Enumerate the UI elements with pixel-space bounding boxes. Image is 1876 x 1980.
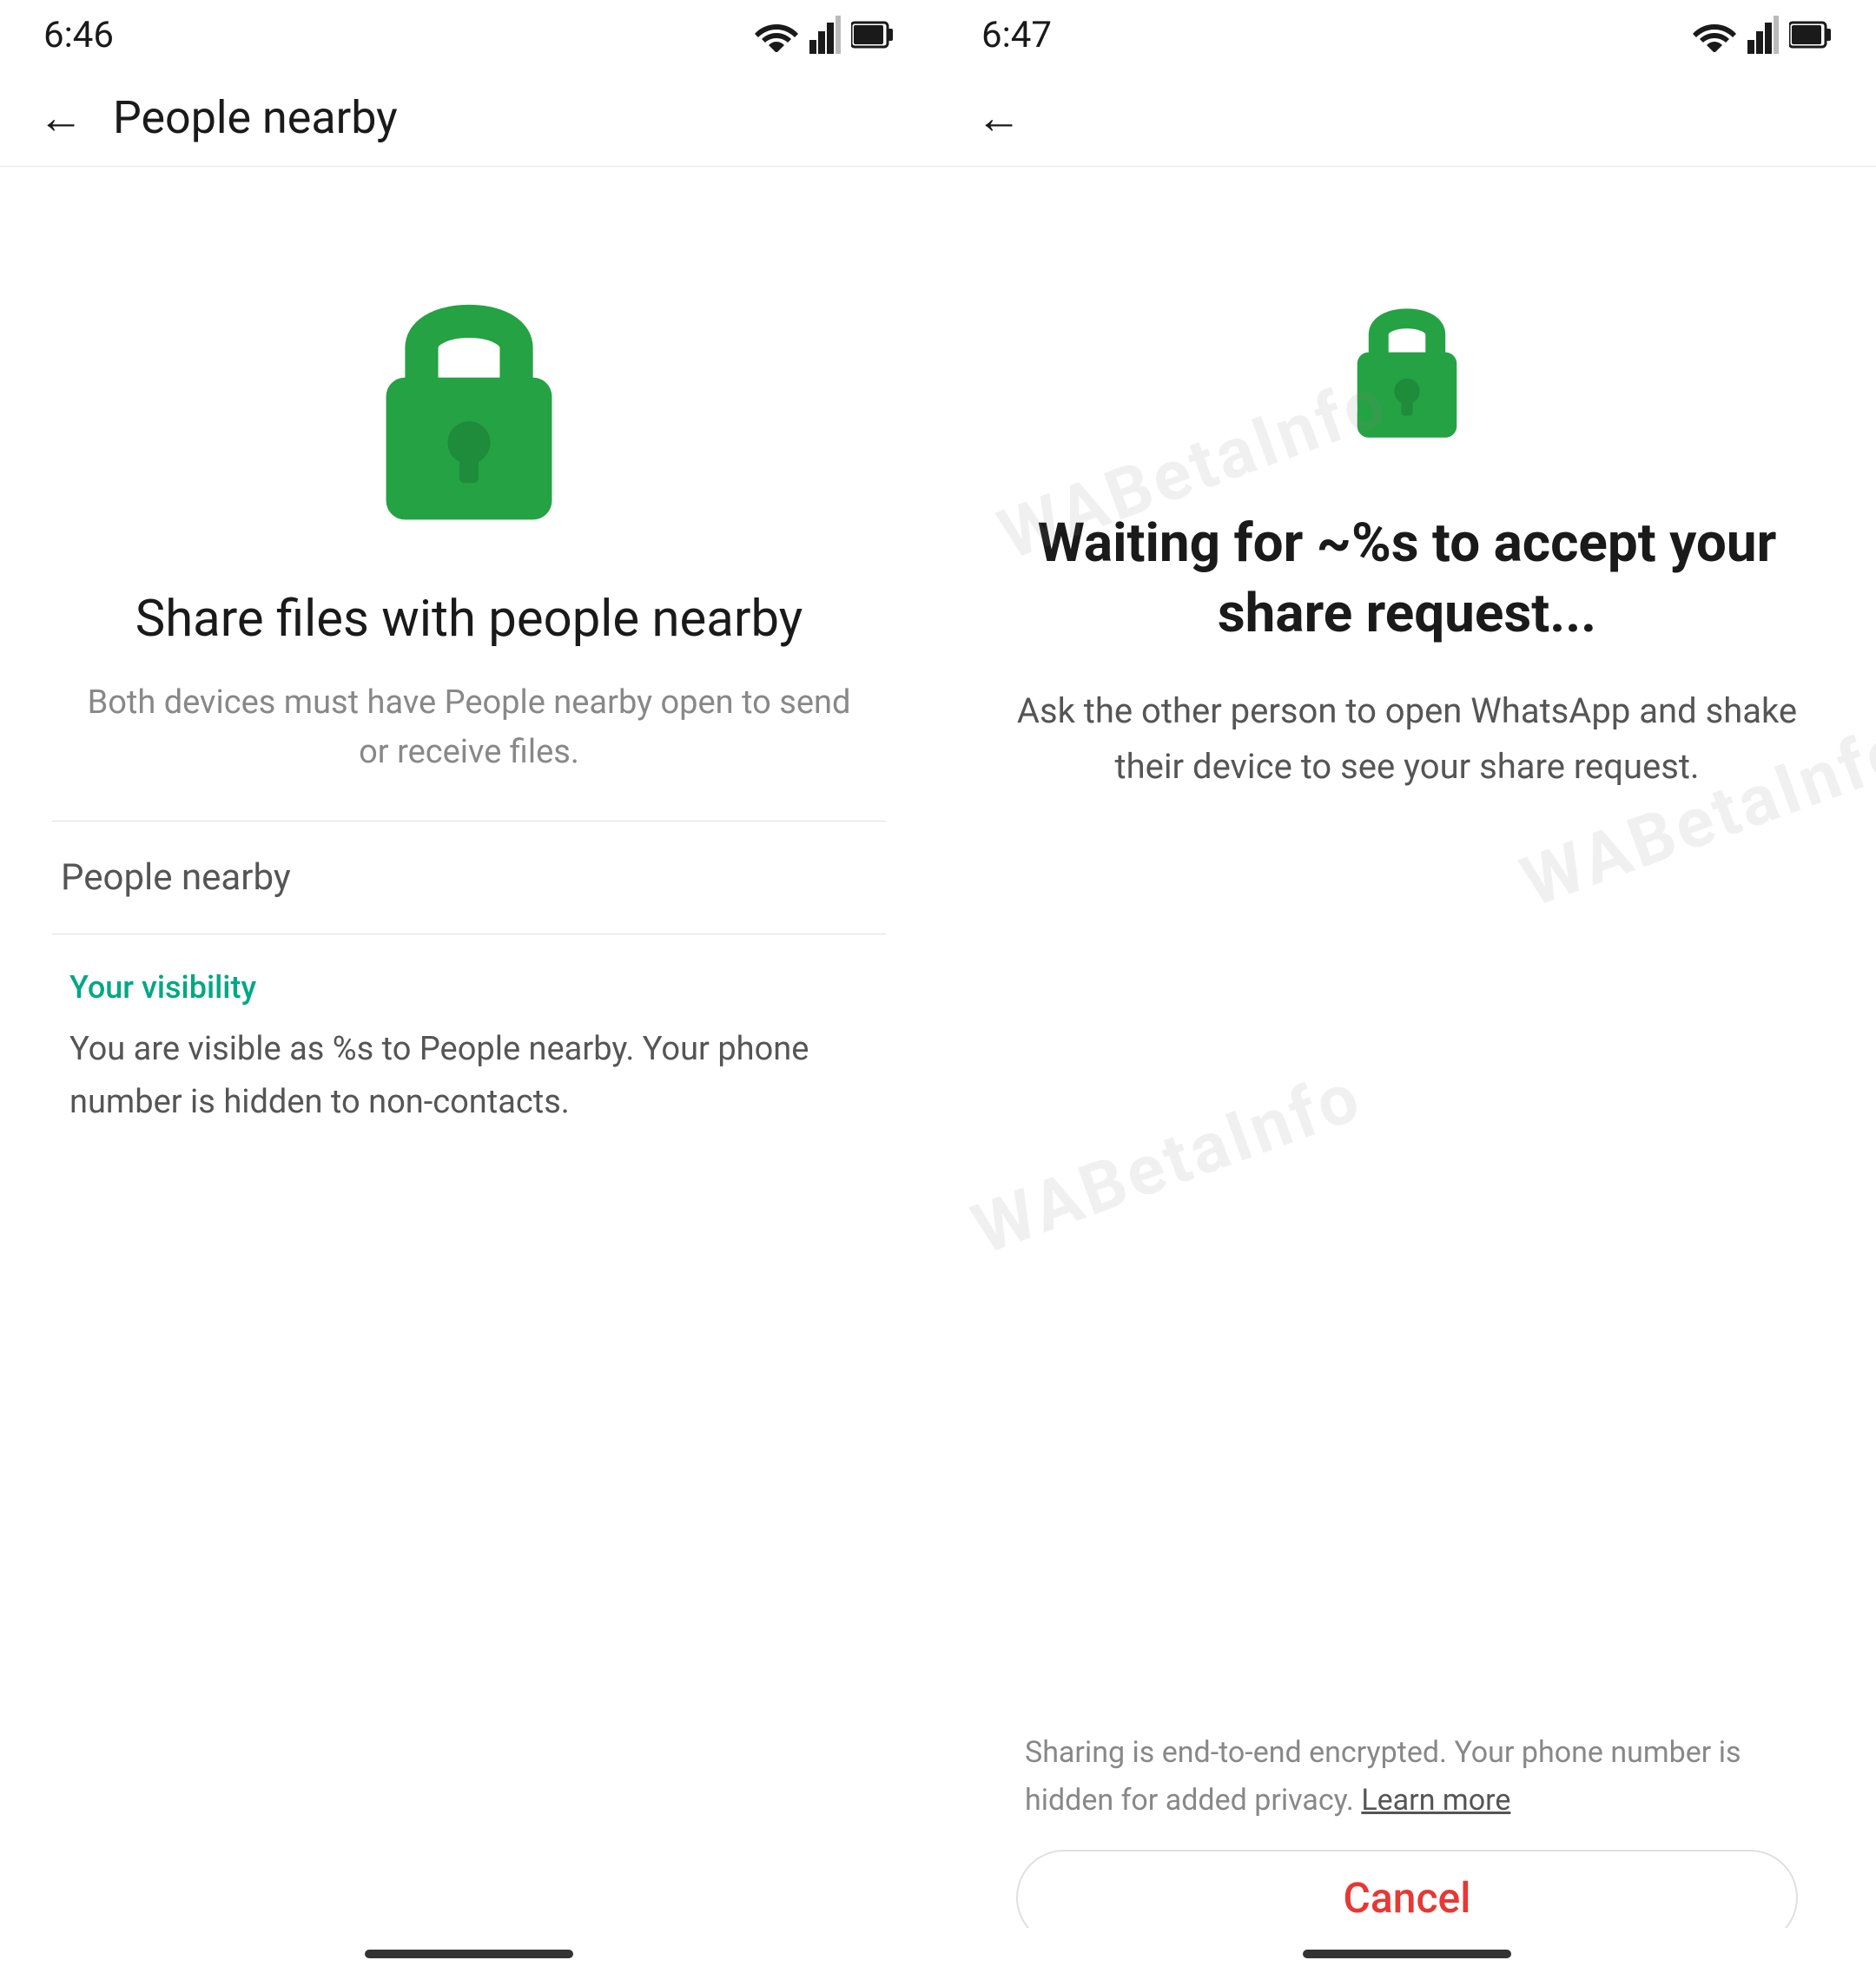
status-bar-1: 6:46 xyxy=(0,0,938,69)
waiting-title: Waiting for ~%s to accept your share req… xyxy=(990,509,1824,649)
wifi-icon xyxy=(754,17,799,52)
share-subtitle: Both devices must have People nearby ope… xyxy=(52,678,886,777)
back-button-1[interactable]: ← xyxy=(26,83,96,153)
status-time-2: 6:47 xyxy=(981,14,1052,56)
privacy-text: Sharing is end-to-end encrypted. Your ph… xyxy=(1016,1729,1798,1824)
section-item-people-nearby[interactable]: People nearby xyxy=(52,822,886,934)
toolbar-title-1: People nearby xyxy=(113,91,398,144)
lock-svg-large xyxy=(339,271,599,531)
share-title: Share files with people nearby xyxy=(135,587,803,652)
status-time-1: 6:46 xyxy=(43,14,114,56)
home-indicator-1 xyxy=(0,1928,938,1980)
screen1-content: Share files with people nearby Both devi… xyxy=(0,167,938,1980)
status-icons-2 xyxy=(1692,16,1833,54)
back-arrow-icon-1: ← xyxy=(38,96,83,141)
home-indicator-bar-2 xyxy=(1303,1950,1511,1958)
back-arrow-icon-2: ← xyxy=(976,96,1021,141)
visibility-description: You are visible as %s to People nearby. … xyxy=(61,1023,877,1129)
screen-1: 6:46 ← xyxy=(0,0,938,1980)
watermark-3: WABetaInfo xyxy=(962,1055,1372,1270)
visibility-label: Your visibility xyxy=(61,934,877,1006)
screen2-content: WABetaInfo WABetaInfo WABetaInfo Waiting… xyxy=(938,167,1876,1980)
cancel-label: Cancel xyxy=(1344,1873,1471,1923)
lock-icon-large xyxy=(339,271,599,535)
battery-icon xyxy=(851,19,895,50)
waiting-subtitle: Ask the other person to open WhatsApp an… xyxy=(990,683,1824,795)
section-item-label: People nearby xyxy=(61,856,291,899)
lock-icon-medium xyxy=(1329,288,1485,448)
status-bar-2: 6:47 xyxy=(938,0,1876,69)
battery-icon-2 xyxy=(1789,19,1833,50)
back-button-2[interactable]: ← xyxy=(964,83,1034,153)
visibility-section: Your visibility You are visible as %s to… xyxy=(52,934,886,1129)
home-indicator-2 xyxy=(938,1928,1876,1980)
signal-icon-2 xyxy=(1747,16,1779,54)
home-indicator-bar-1 xyxy=(365,1950,573,1958)
screen-2: 6:47 ← xyxy=(938,0,1876,1980)
lock-svg-medium xyxy=(1329,288,1485,445)
status-icons-1 xyxy=(754,16,895,54)
wifi-icon-2 xyxy=(1692,17,1737,52)
signal-icon xyxy=(809,16,841,54)
toolbar-1: ← People nearby xyxy=(0,69,938,167)
toolbar-2: ← xyxy=(938,69,1876,167)
